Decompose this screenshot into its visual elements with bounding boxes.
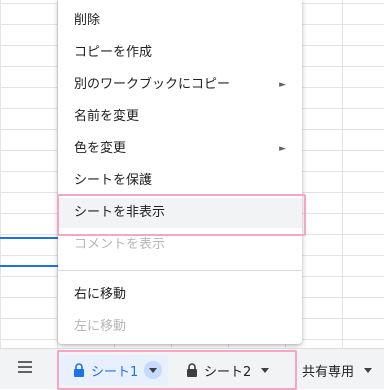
sheet-tab-bar: シート1 シート2 共有専用 [0,348,384,389]
submenu-arrow-icon: ► [279,144,286,154]
menu-item-show-comments: コメントを表示 [58,230,302,260]
menu-item-rename[interactable]: 名前を変更 [58,102,302,132]
lock-icon [186,363,198,377]
menu-item-label: コピーを作成 [74,45,153,60]
menu-item-label: シートを非表示 [74,205,166,220]
selection-border [0,237,58,239]
menu-divider [58,270,302,271]
menu-item-label: 名前を変更 [74,109,140,124]
menu-item-duplicate[interactable]: コピーを作成 [58,38,302,68]
tab-label: シート1 [91,364,139,380]
menu-item-protect-sheet[interactable]: シートを保護 [58,166,302,196]
lock-icon [73,363,85,377]
menu-item-label: シートを保護 [74,173,153,188]
chevron-down-icon [364,367,373,373]
menu-item-label: 削除 [74,13,101,28]
menu-item-copy-to-workbook[interactable]: 別のワークブックにコピー ► [58,70,302,100]
sharing-status-label: 共有専用 [302,364,355,380]
menu-item-move-left: 左に移動 [58,312,302,342]
menu-item-change-color[interactable]: 色を変更 ► [58,134,302,164]
tab-options-chevron-down-icon[interactable] [261,367,270,373]
tab-sheet2[interactable]: シート2 [180,355,280,385]
sharing-status-dropdown[interactable]: 共有専用 [302,355,373,385]
menu-item-label: 右に移動 [74,287,127,302]
menu-item-label: 別のワークブックにコピー [74,77,231,92]
menu-item-hide-sheet[interactable]: シートを非表示 [58,198,302,228]
submenu-arrow-icon: ► [279,80,286,90]
menu-item-label: 色を変更 [74,141,127,156]
tab-sheet1[interactable]: シート1 [60,355,168,385]
menu-item-label: コメントを表示 [74,237,166,252]
menu-item-move-right[interactable]: 右に移動 [58,280,302,310]
tab-label: シート2 [204,364,252,380]
all-sheets-menu-icon[interactable] [18,361,32,373]
menu-item-delete[interactable]: 削除 [58,6,302,36]
menu-item-label: 左に移動 [74,319,127,334]
tab-options-chevron-down-icon[interactable] [144,361,163,379]
sheet-context-menu: 削除 コピーを作成 別のワークブックにコピー ► 名前を変更 色を変更 ► シー… [58,0,302,344]
selection-border [0,265,58,267]
